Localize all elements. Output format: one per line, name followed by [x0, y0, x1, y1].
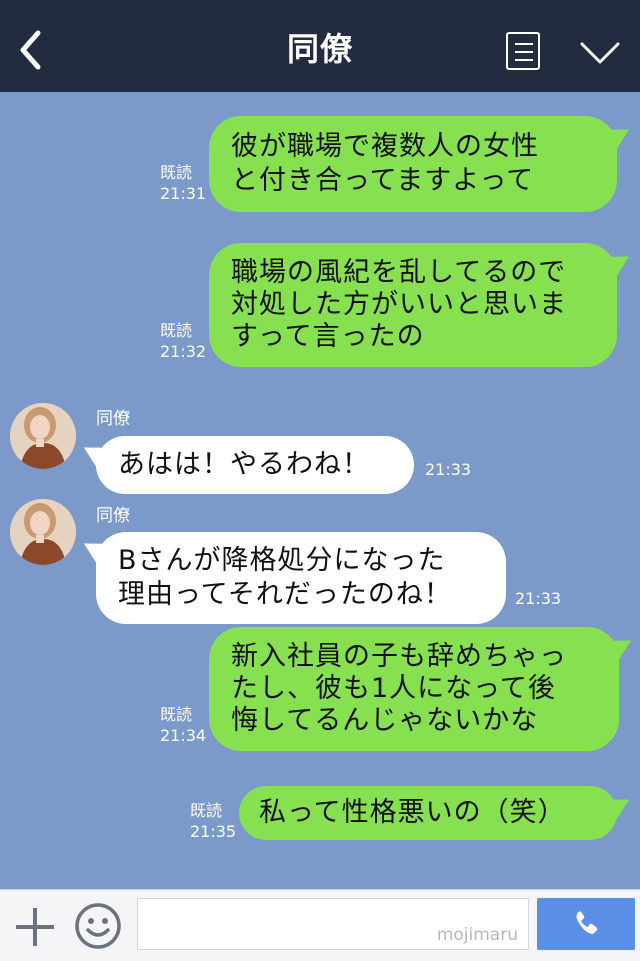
read-receipt: 既読 21:32	[160, 321, 207, 361]
message-time: 21:33	[515, 589, 562, 608]
chat-header: 同僚	[0, 0, 640, 92]
message-time: 21:33	[425, 460, 472, 479]
emoji-icon[interactable]	[74, 902, 122, 950]
sender-name: 同僚	[96, 506, 130, 526]
plus-icon[interactable]	[14, 906, 56, 948]
my-message-bubble[interactable]: 職場の風紀を乱してるので 対処した方がいいと思いま すって言ったの	[209, 243, 617, 367]
phone-icon	[576, 911, 598, 934]
chevron-down-icon[interactable]	[580, 40, 620, 66]
their-message-bubble[interactable]: あはは！やるわね！	[96, 436, 414, 494]
read-receipt: 既読 21:35	[190, 801, 237, 841]
chat-title: 同僚	[286, 30, 353, 68]
my-message-bubble[interactable]: 彼が職場で複数人の女性 と付き合ってますよって	[209, 116, 617, 212]
chat-area[interactable]: 既読 21:31 彼が職場で複数人の女性 と付き合ってますよって 既読 21:3…	[0, 92, 640, 889]
their-message-bubble[interactable]: Bさんが降格処分になった 理由ってそれだったのね！	[96, 532, 506, 624]
call-button[interactable]	[537, 898, 635, 950]
my-message-bubble[interactable]: 私って性格悪いの（笑）	[239, 786, 617, 840]
message-input-bar: mojimaru	[0, 889, 640, 961]
my-message-bubble[interactable]: 新入社員の子も辞めちゃっ たし、彼も1人になって後 悔してるんじゃないかな	[209, 627, 619, 751]
avatar[interactable]	[10, 403, 76, 469]
watermark: mojimaru	[436, 925, 518, 945]
sender-name: 同僚	[96, 409, 130, 429]
menu-icon[interactable]	[506, 32, 540, 70]
message-input[interactable]: mojimaru	[137, 898, 529, 950]
avatar[interactable]	[10, 499, 76, 565]
read-receipt: 既読 21:31	[160, 163, 207, 203]
read-receipt: 既読 21:34	[160, 705, 207, 745]
